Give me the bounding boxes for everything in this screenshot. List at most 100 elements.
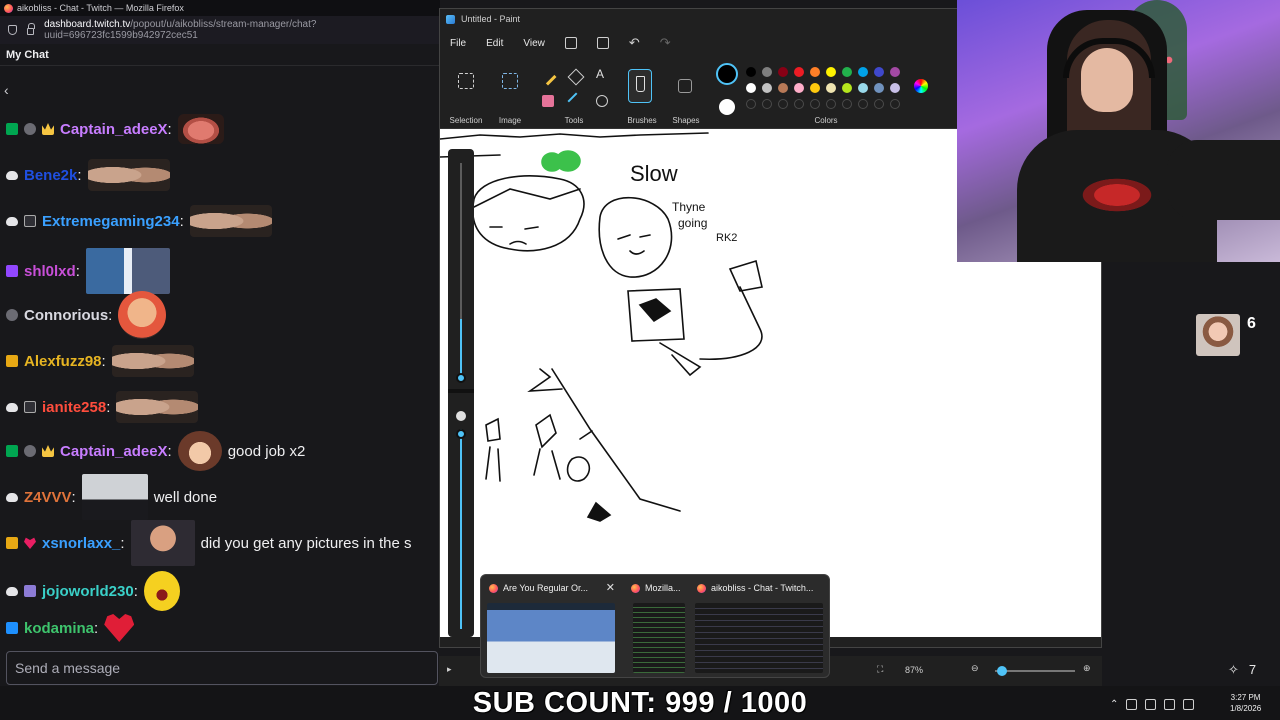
custom-color-slot[interactable]: [858, 99, 868, 109]
chat-username[interactable]: jojoworld230: [42, 583, 134, 600]
menu-view[interactable]: View: [523, 38, 545, 49]
color-picker-icon[interactable]: [567, 92, 585, 110]
menu-edit[interactable]: Edit: [486, 38, 503, 49]
fit-icon[interactable]: ⛶: [877, 664, 883, 675]
url-bar[interactable]: dashboard.twitch.tv/popout/u/aikobliss/s…: [0, 16, 440, 44]
custom-color-slot[interactable]: [762, 99, 772, 109]
chat-username[interactable]: ianite258: [42, 399, 106, 416]
chat-message[interactable]: Connorious:: [0, 291, 167, 339]
opacity-slider-knob[interactable]: [456, 429, 466, 439]
custom-color-slot[interactable]: [794, 99, 804, 109]
color-swatch[interactable]: [778, 67, 788, 77]
chat-message[interactable]: Bene2k:: [0, 158, 170, 192]
chat-username[interactable]: Connorious: [24, 307, 108, 324]
chat-username[interactable]: Captain_adeeX: [60, 121, 168, 138]
chat-message[interactable]: jojoworld230:: [0, 568, 180, 614]
custom-color-slot[interactable]: [890, 99, 900, 109]
color-swatch[interactable]: [874, 83, 884, 93]
sparkle-icon[interactable]: ✧: [1228, 662, 1239, 678]
color-swatch[interactable]: [794, 67, 804, 77]
chat-message[interactable]: Z4VVV: well done: [0, 474, 217, 520]
chevron-up-icon[interactable]: ⌃: [1110, 699, 1118, 710]
color-swatch[interactable]: [794, 83, 804, 93]
chat-username[interactable]: kodamina: [24, 620, 94, 637]
eraser-icon[interactable]: [542, 95, 554, 107]
lock-icon[interactable]: [26, 23, 35, 35]
pencil-icon[interactable]: [539, 68, 557, 86]
chat-username[interactable]: Z4VVV: [24, 489, 72, 506]
chat-message[interactable]: Captain_adeeX: good job x2: [0, 431, 305, 471]
color-swatch[interactable]: [762, 67, 772, 77]
chat-username[interactable]: Bene2k: [24, 167, 77, 184]
color-swatch[interactable]: [890, 67, 900, 77]
share-icon[interactable]: [596, 37, 609, 49]
chat-message[interactable]: Alexfuzz98:: [0, 344, 194, 378]
custom-color-slot[interactable]: [746, 99, 756, 109]
tray-app-icon[interactable]: [1126, 698, 1138, 710]
chat-message[interactable]: ianite258:: [0, 390, 199, 424]
secondary-color-swatch[interactable]: [719, 99, 735, 115]
primary-color-swatch[interactable]: [716, 63, 738, 85]
close-icon[interactable]: ✕: [606, 581, 615, 594]
zoom-slider-knob[interactable]: [997, 666, 1007, 676]
custom-color-slot[interactable]: [842, 99, 852, 109]
color-swatch[interactable]: [842, 67, 852, 77]
save-icon[interactable]: [564, 37, 577, 49]
chat-message[interactable]: Extremegaming234:: [0, 204, 272, 238]
tray-app-icon[interactable]: [1145, 698, 1157, 710]
shield-icon[interactable]: [8, 25, 17, 35]
chat-message[interactable]: xsnorlaxx_: did you get any pictures in …: [0, 520, 412, 566]
seven-tv-icon[interactable]: 7: [1249, 662, 1256, 678]
chat-message[interactable]: Captain_adeeX:: [0, 112, 224, 146]
color-swatch[interactable]: [874, 67, 884, 77]
color-swatch[interactable]: [810, 83, 820, 93]
color-swatch[interactable]: [826, 83, 836, 93]
chat-input[interactable]: Send a message: [6, 651, 438, 685]
preview-window-3[interactable]: aikobliss - Chat - Twitch...: [689, 575, 829, 679]
color-swatch[interactable]: [778, 83, 788, 93]
chevron-left-icon[interactable]: ‹: [4, 82, 9, 98]
color-swatch[interactable]: [746, 67, 756, 77]
preview-window-2[interactable]: Mozilla...: [623, 575, 687, 679]
color-swatch[interactable]: [746, 83, 756, 93]
undo-icon[interactable]: ↶: [629, 35, 640, 51]
menu-file[interactable]: File: [450, 38, 466, 49]
magnifier-icon[interactable]: [596, 95, 608, 107]
custom-color-slot[interactable]: [826, 99, 836, 109]
selection-icon[interactable]: [458, 73, 474, 89]
color-swatch[interactable]: [810, 67, 820, 77]
fill-icon[interactable]: [567, 68, 585, 86]
network-icon[interactable]: [1164, 698, 1176, 710]
custom-color-slot[interactable]: [810, 99, 820, 109]
size-slider-knob[interactable]: [456, 373, 466, 383]
chat-message[interactable]: kodamina:: [0, 611, 135, 645]
custom-color-slot[interactable]: [778, 99, 788, 109]
color-swatch[interactable]: [858, 83, 868, 93]
zoom-slider[interactable]: [995, 670, 1075, 672]
image-crop-icon[interactable]: [502, 73, 518, 89]
color-swatch[interactable]: [890, 83, 900, 93]
text-icon[interactable]: A: [596, 67, 608, 81]
zoom-in-icon[interactable]: ⊕: [1083, 663, 1091, 674]
chat-username[interactable]: xsnorlaxx_: [42, 535, 120, 552]
chat-username[interactable]: shl0lxd: [24, 263, 76, 280]
zoom-level[interactable]: 87%: [905, 665, 923, 675]
volume-icon[interactable]: [1183, 698, 1195, 710]
chat-username[interactable]: Captain_adeeX: [60, 443, 168, 460]
selection-group[interactable]: Selection: [448, 57, 484, 129]
brush-size-slider[interactable]: [448, 149, 474, 637]
color-swatch[interactable]: [826, 67, 836, 77]
zoom-out-icon[interactable]: ⊖: [971, 663, 979, 674]
custom-color-slot[interactable]: [874, 99, 884, 109]
image-group[interactable]: Image: [492, 57, 528, 129]
chat-message[interactable]: shl0lxd:: [0, 248, 170, 294]
preview-window-1[interactable]: Are You Regular Or... ✕: [481, 575, 621, 679]
redo-icon[interactable]: ↷: [660, 35, 671, 51]
color-swatch[interactable]: [858, 67, 868, 77]
edit-colors-icon[interactable]: [914, 79, 928, 93]
chat-username[interactable]: Alexfuzz98: [24, 353, 102, 370]
system-clock[interactable]: 3:27 PM 1/8/2026: [1230, 692, 1261, 714]
color-swatch[interactable]: [762, 83, 772, 93]
color-swatch[interactable]: [842, 83, 852, 93]
chat-username[interactable]: Extremegaming234: [42, 213, 180, 230]
